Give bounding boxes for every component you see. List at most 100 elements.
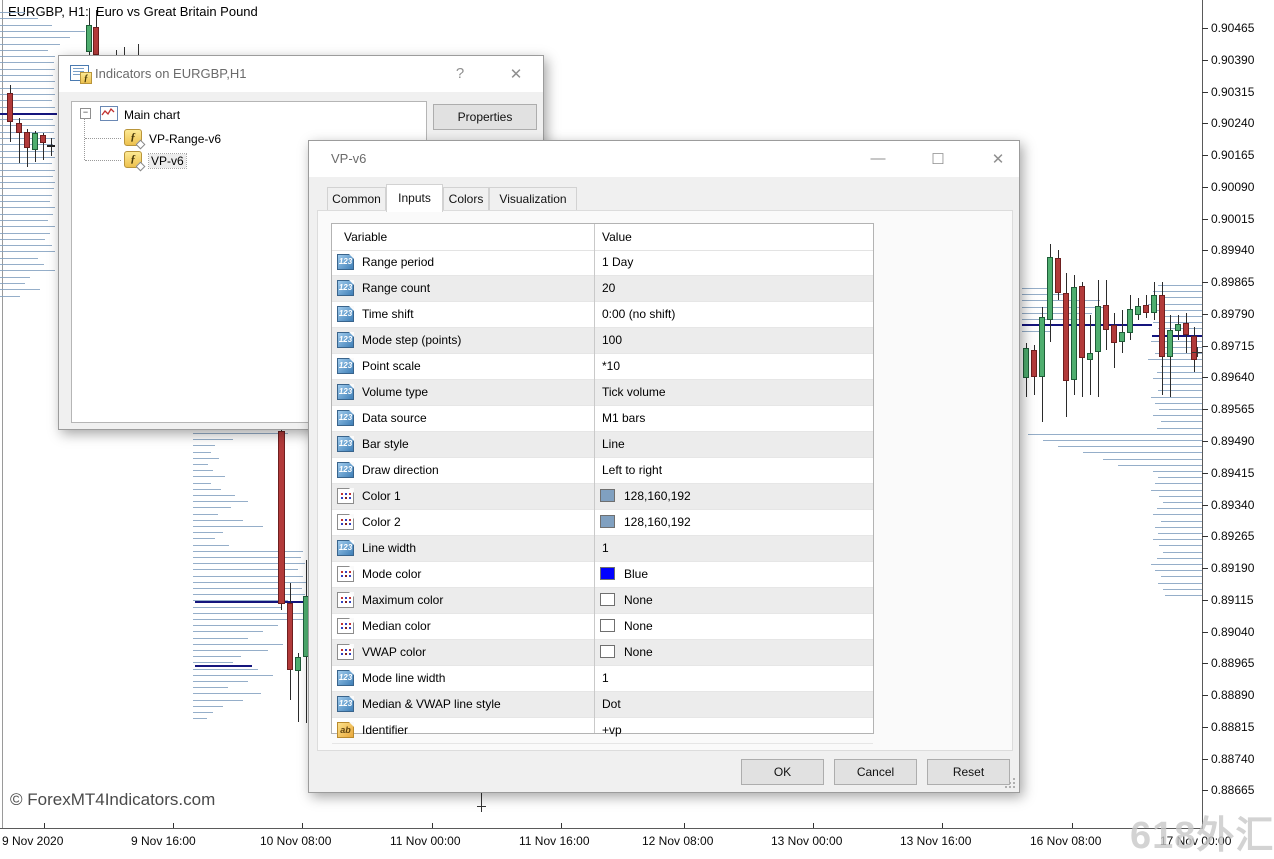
input-row-bar-style[interactable]: 123Bar styleLine	[332, 432, 873, 458]
price-label: 0.88740	[1211, 752, 1254, 766]
input-row-data-source[interactable]: 123Data sourceM1 bars	[332, 406, 873, 432]
input-value[interactable]: 128,160,192	[624, 515, 691, 529]
indicators-dialog-titlebar[interactable]: Indicators on EURGBP,H1 ? ✕	[59, 56, 543, 92]
volume-profile-line	[1161, 316, 1203, 317]
input-row-range-count[interactable]: 123Range count20	[332, 276, 873, 302]
tree-item-vp-v6[interactable]: VP-v6	[149, 154, 186, 168]
input-row-mode-step-points[interactable]: 123Mode step (points)100	[332, 328, 873, 354]
input-value[interactable]: Line	[602, 437, 625, 451]
input-row-line-width[interactable]: 123Line width1	[332, 536, 873, 562]
candle-body	[1063, 293, 1069, 381]
help-icon[interactable]: ?	[451, 65, 469, 82]
input-row-mode-line-width[interactable]: 123Mode line width1	[332, 666, 873, 692]
tree-item-vp-range-v6[interactable]: VP-Range-v6	[149, 132, 221, 146]
volume-profile-line	[0, 289, 40, 290]
color-swatch[interactable]	[600, 515, 615, 528]
volume-profile-line	[0, 50, 48, 51]
candle-body	[1135, 306, 1141, 315]
candle-body	[1071, 287, 1077, 380]
volume-profile-line	[193, 501, 248, 502]
close-icon[interactable]: ✕	[507, 65, 525, 83]
input-row-range-period[interactable]: 123Range period1 Day	[332, 250, 873, 276]
input-value[interactable]: *10	[602, 359, 620, 373]
input-row-color-1[interactable]: Color 1128,160,192	[332, 484, 873, 510]
price-tick	[1202, 727, 1208, 728]
tab-inputs[interactable]: Inputs	[386, 184, 443, 212]
input-value[interactable]: 128,160,192	[624, 489, 691, 503]
vp-dialog-titlebar[interactable]: VP-v6 — ☐ ✕	[309, 141, 1019, 177]
color-swatch[interactable]	[600, 489, 615, 502]
volume-profile-line	[193, 712, 213, 713]
price-label: 0.90315	[1211, 85, 1254, 99]
close-icon[interactable]: ✕	[989, 150, 1007, 168]
input-value[interactable]: M1 bars	[602, 411, 645, 425]
properties-button[interactable]: Properties	[433, 104, 537, 130]
time-label: 13 Nov 00:00	[771, 834, 842, 848]
input-row-maximum-color[interactable]: Maximum colorNone	[332, 588, 873, 614]
input-row-vwap-color[interactable]: VWAP color None	[332, 640, 873, 666]
input-row-color-2[interactable]: Color 2128,160,192	[332, 510, 873, 536]
input-row-point-scale[interactable]: 123Point scale*10	[332, 354, 873, 380]
resize-grip-icon[interactable]	[1005, 778, 1015, 788]
mode-line	[195, 665, 252, 667]
color-swatch[interactable]	[600, 593, 615, 606]
input-row-median-vwap-line-style[interactable]: 123Median & VWAP line styleDot	[332, 692, 873, 718]
candle-body	[1087, 353, 1093, 360]
maximize-icon[interactable]: ☐	[929, 150, 947, 168]
candle-body	[1119, 332, 1125, 342]
input-variable-name: VWAP color	[362, 645, 426, 659]
tab-visualization[interactable]: Visualization	[489, 187, 577, 211]
input-row-median-color[interactable]: Median colorNone	[332, 614, 873, 640]
time-label: 11 Nov 16:00	[519, 834, 590, 848]
input-row-identifier[interactable]: abIdentifier+vp	[332, 718, 873, 744]
input-value[interactable]: None	[624, 645, 653, 659]
numeric-param-icon: 123	[337, 384, 354, 400]
tab-colors[interactable]: Colors	[443, 187, 489, 211]
input-value[interactable]: 0:00 (no shift)	[602, 307, 675, 321]
price-label: 0.88890	[1211, 688, 1254, 702]
input-value[interactable]: 100	[602, 333, 622, 347]
input-row-volume-type[interactable]: 123Volume typeTick volume	[332, 380, 873, 406]
price-tick	[1202, 60, 1208, 61]
input-value[interactable]: Left to right	[602, 463, 662, 477]
input-value[interactable]: +vp	[602, 723, 622, 737]
reset-button[interactable]: Reset	[927, 759, 1010, 785]
cancel-button[interactable]: Cancel	[834, 759, 917, 785]
inputs-table[interactable]: Variable Value 123Range period1 Day123Ra…	[331, 223, 874, 734]
price-tick	[1202, 377, 1208, 378]
tree-expand-toggle[interactable]: −	[80, 108, 91, 119]
volume-profile-line	[193, 681, 248, 682]
input-row-mode-color[interactable]: Mode colorBlue	[332, 562, 873, 588]
color-swatch[interactable]	[600, 645, 615, 658]
input-row-time-shift[interactable]: 123Time shift0:00 (no shift)	[332, 302, 873, 328]
candle-body	[278, 431, 285, 604]
volume-profile-line	[0, 182, 55, 183]
input-value[interactable]: 1	[602, 541, 609, 555]
input-value[interactable]: Dot	[602, 697, 621, 711]
tree-item-main-chart[interactable]: Main chart	[124, 108, 180, 122]
input-value[interactable]: Tick volume	[602, 385, 666, 399]
time-label: 10 Nov 08:00	[260, 834, 331, 848]
input-value[interactable]: 20	[602, 281, 615, 295]
volume-profile-line	[1103, 459, 1203, 460]
input-value[interactable]: 1 Day	[602, 255, 633, 269]
indicator-f-icon: ƒ	[124, 129, 142, 146]
input-value[interactable]: None	[624, 593, 653, 607]
ok-button[interactable]: OK	[741, 759, 824, 785]
minimize-icon[interactable]: —	[869, 150, 887, 167]
chart-title: EURGBP, H1: Euro vs Great Britain Pound	[8, 4, 258, 19]
tree-connector	[84, 118, 85, 160]
candle-body	[1175, 324, 1181, 331]
color-swatch[interactable]	[600, 619, 615, 632]
color-swatch[interactable]	[600, 567, 615, 580]
volume-profile-line	[193, 706, 223, 707]
volume-profile-line	[0, 233, 50, 234]
tab-common[interactable]: Common	[327, 187, 386, 211]
input-row-draw-direction[interactable]: 123Draw directionLeft to right	[332, 458, 873, 484]
input-value[interactable]: None	[624, 619, 653, 633]
time-label: 11 Nov 00:00	[390, 834, 461, 848]
input-value[interactable]: Blue	[624, 567, 648, 581]
price-tick	[1202, 505, 1208, 506]
input-value[interactable]: 1	[602, 671, 609, 685]
price-label: 0.90165	[1211, 148, 1254, 162]
